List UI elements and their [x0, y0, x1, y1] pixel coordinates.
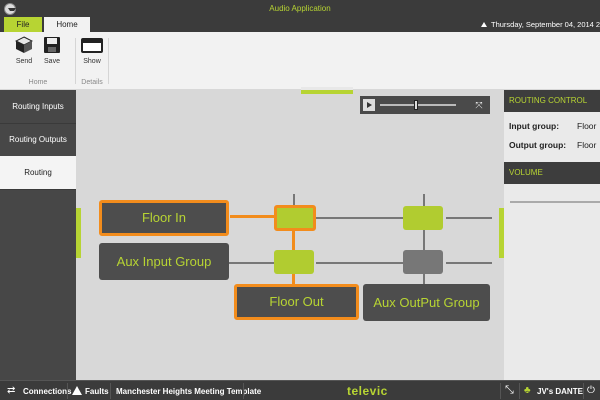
ribbon: Send Save Home Show Details [0, 32, 600, 90]
status-separator [583, 383, 584, 399]
send-button[interactable]: Send [12, 36, 36, 72]
window-title: Audio Application [269, 4, 331, 13]
group-separator [108, 38, 109, 84]
connections-button[interactable]: Connections [23, 387, 71, 396]
status-separator [500, 383, 501, 399]
output-group-label: Output group: [509, 140, 567, 150]
tab-file[interactable]: File [4, 17, 42, 32]
group-label-details: Details [81, 79, 103, 86]
connections-icon[interactable]: ⇄ [7, 385, 15, 396]
sidebar: Routing Inputs Routing Outputs Routing [0, 90, 76, 380]
show-button[interactable]: Show [79, 36, 105, 72]
expand-icon[interactable]: ⤡ [505, 384, 514, 397]
input-group-label: Input group: [509, 121, 560, 131]
power-icon[interactable]: ⏻ [587, 385, 595, 396]
status-separator [243, 383, 244, 399]
grid-line [446, 262, 492, 264]
tab-home[interactable]: Home [44, 17, 90, 32]
output-group-floor-out[interactable]: Floor Out [234, 284, 359, 320]
sidebar-item-routing-outputs[interactable]: Routing Outputs [0, 123, 76, 157]
right-panel: ROUTING CONTROL Input group: Floor Outpu… [504, 90, 600, 380]
input-group-aux[interactable]: Aux Input Group [99, 243, 229, 280]
group-label: Floor In [141, 210, 187, 225]
status-separator [67, 383, 68, 399]
faults-icon[interactable] [72, 386, 82, 395]
group-label: Aux Input Group [116, 254, 212, 269]
send-label: Send [15, 58, 33, 65]
group-label: Aux OutPut Group [373, 295, 480, 310]
fullscreen-icon[interactable]: ⤧ [474, 100, 484, 110]
route-line-selected [230, 215, 276, 218]
group-separator [75, 38, 76, 84]
volume-header: VOLUME [504, 162, 600, 184]
show-icon [81, 36, 103, 54]
group-label: Floor Out [269, 294, 324, 309]
grid-line [446, 217, 492, 219]
canvas-top-handle[interactable] [301, 87, 353, 94]
grid-line [316, 217, 403, 219]
grid-line [316, 262, 403, 264]
sidebar-item-routing-inputs[interactable]: Routing Inputs [0, 90, 76, 124]
crosspoint-aux-in-floor-out[interactable] [274, 250, 314, 274]
user-icon: ♣ [524, 385, 531, 396]
user-name[interactable]: JV's DANTE [537, 387, 583, 396]
crosspoint-aux-in-aux-out[interactable] [403, 250, 443, 274]
sidebar-item-routing[interactable]: Routing [0, 156, 76, 190]
show-label: Show [83, 58, 101, 65]
send-icon [14, 36, 34, 54]
save-label: Save [44, 58, 60, 65]
grid-line [228, 262, 274, 264]
group-label-home: Home [28, 79, 48, 86]
tab-row: File Home Thursday, September 04, 2014 2… [0, 17, 600, 32]
crosspoint-floor-in-floor-out[interactable] [274, 205, 316, 231]
crosspoint-floor-in-aux-out[interactable] [403, 206, 443, 230]
input-group-value: Floor [577, 121, 597, 131]
input-group-floor-in[interactable]: Floor In [99, 200, 229, 236]
template-name: Manchester Heights Meeting Template [116, 387, 262, 396]
status-separator [519, 383, 520, 399]
collapse-arrow-icon[interactable] [481, 22, 487, 27]
left-panel-handle[interactable] [76, 208, 81, 258]
seek-thumb[interactable] [414, 100, 418, 110]
output-group-aux[interactable]: Aux OutPut Group [363, 284, 490, 321]
status-separator [110, 383, 111, 399]
seek-bar[interactable] [380, 104, 456, 106]
datetime-display: Thursday, September 04, 2014 2: [491, 20, 600, 29]
title-bar: Audio Application [0, 0, 600, 17]
faults-button[interactable]: Faults [85, 387, 109, 396]
volume-slider[interactable] [510, 201, 600, 203]
brand-logo: televic [347, 384, 388, 398]
routing-canvas[interactable]: ⤧ Floor In Aux Input Group Floor Out Aux… [76, 87, 504, 380]
save-button[interactable]: Save [40, 36, 64, 72]
output-group-value: Floor [577, 140, 597, 150]
routing-control-header: ROUTING CONTROL [504, 90, 600, 112]
media-player: ⤧ [360, 96, 490, 114]
status-bar: ⇄ Connections Faults Manchester Heights … [0, 380, 600, 400]
play-icon[interactable] [363, 99, 375, 111]
save-icon [43, 36, 61, 54]
